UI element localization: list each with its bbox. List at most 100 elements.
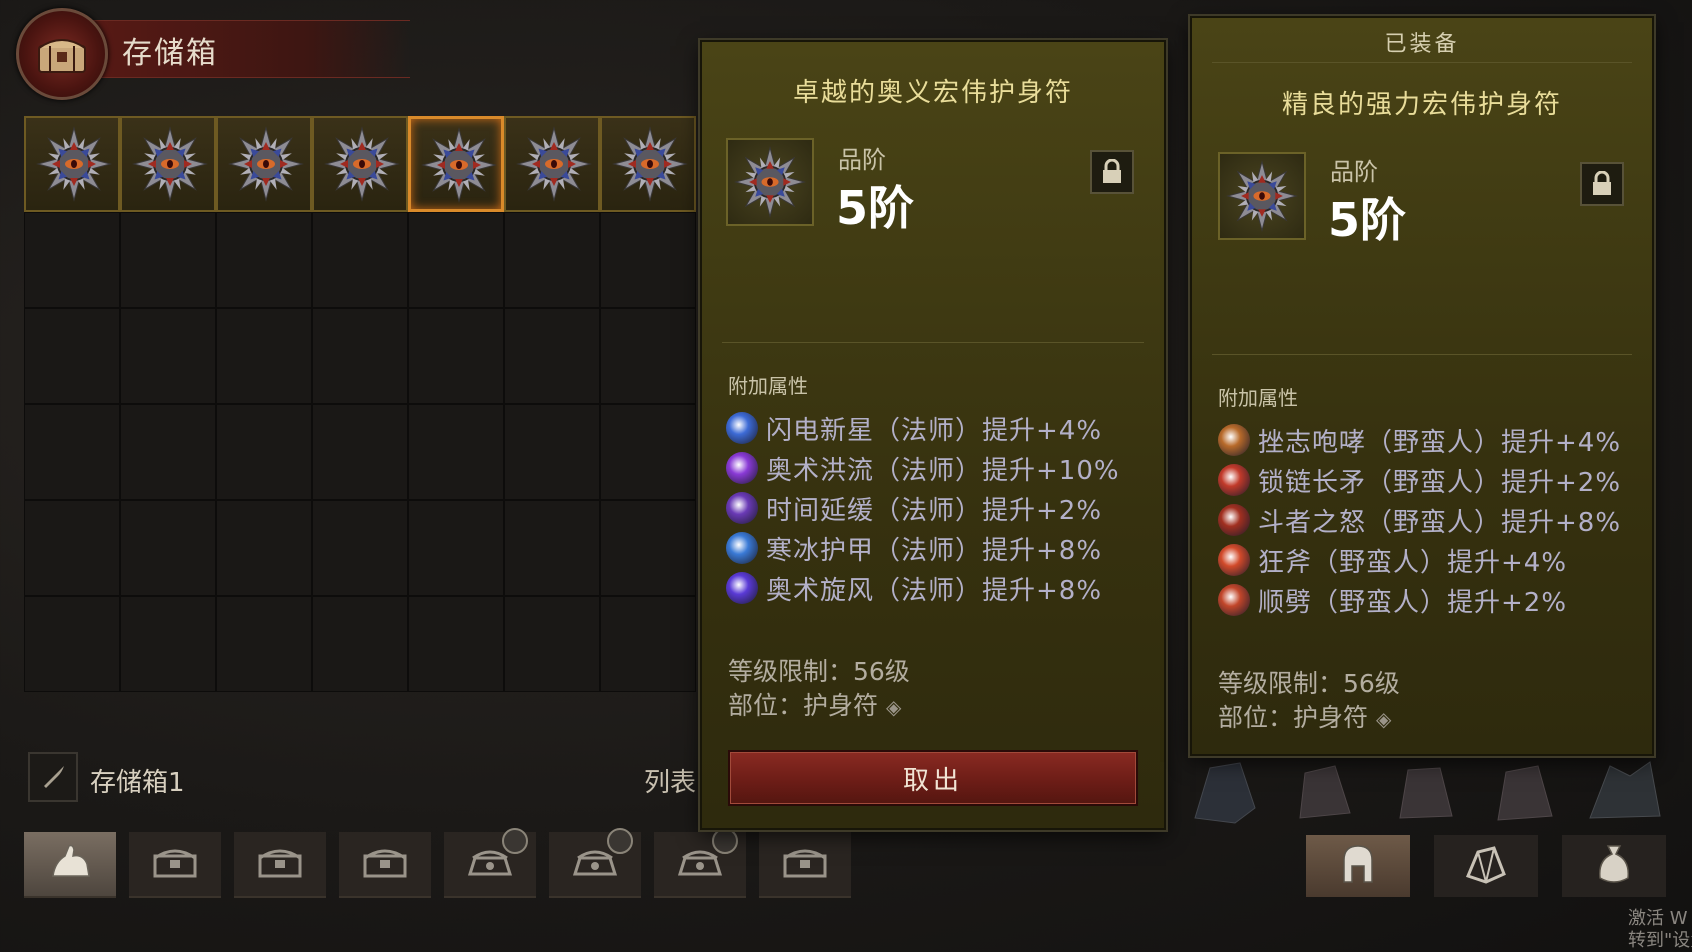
- rename-button[interactable]: [28, 752, 78, 802]
- affix-row: 奥术旋风（法师）提升+8%: [726, 570, 1102, 606]
- threatening-shout-icon: [1218, 424, 1250, 456]
- equipment-tab[interactable]: [1434, 835, 1538, 897]
- stash-name-row: 存储箱1 列表: [28, 752, 708, 806]
- equipment-tab[interactable]: [1306, 835, 1410, 897]
- inventory-slot[interactable]: [312, 308, 408, 404]
- take-out-button[interactable]: 取出: [728, 750, 1138, 806]
- inventory-slot[interactable]: [216, 212, 312, 308]
- inventory-slot[interactable]: [24, 212, 120, 308]
- equipment-tab[interactable]: [1562, 835, 1666, 897]
- amulet-item-icon: [516, 126, 592, 202]
- stash-tab[interactable]: [234, 832, 326, 898]
- inventory-slot[interactable]: [312, 596, 408, 692]
- affix-row: 斗者之怒（野蛮人）提升+8%: [1218, 502, 1621, 538]
- inventory-slot[interactable]: [504, 500, 600, 596]
- inventory-slot[interactable]: [504, 596, 600, 692]
- quill-icon: [44, 766, 64, 788]
- inventory-slot[interactable]: [600, 596, 696, 692]
- inventory-slot[interactable]: [504, 116, 600, 212]
- slot-text: 部位：护身符: [1218, 703, 1369, 732]
- amulet-slot-icon: ◈: [885, 695, 902, 719]
- timer-icon: [712, 828, 738, 854]
- lock-icon[interactable]: [1090, 150, 1134, 194]
- inventory-slot[interactable]: [408, 404, 504, 500]
- stash-tab[interactable]: [129, 832, 221, 898]
- inventory-slot[interactable]: [24, 500, 120, 596]
- item-name: 卓越的奥义宏伟护身符: [792, 78, 1073, 108]
- header-banner: [70, 20, 410, 78]
- inventory-slot[interactable]: [600, 212, 696, 308]
- inventory-slot[interactable]: [312, 404, 408, 500]
- level-requirement: 等级限制：56级: [1218, 669, 1400, 698]
- inventory-slot[interactable]: [24, 404, 120, 500]
- inventory-slot[interactable]: [24, 308, 120, 404]
- lightning-nova-icon: [726, 412, 758, 444]
- inventory-slot[interactable]: [408, 212, 504, 308]
- equipment-slot[interactable]: [1580, 758, 1670, 828]
- inventory-slot[interactable]: [600, 404, 696, 500]
- chest-icon: [782, 844, 828, 884]
- inventory-slot[interactable]: [600, 308, 696, 404]
- inventory-slot[interactable]: [24, 596, 120, 692]
- inventory-slot[interactable]: [24, 116, 120, 212]
- affix-text: 顺劈（野蛮人）提升+2%: [1258, 587, 1568, 618]
- stash-tab[interactable]: [444, 828, 536, 898]
- stash-tab[interactable]: [654, 828, 746, 898]
- cleave-icon: [1218, 584, 1250, 616]
- affix-row: 寒冰护甲（法师）提升+8%: [726, 530, 1102, 566]
- stash-tab[interactable]: [549, 828, 641, 898]
- stash-name-label[interactable]: 存储箱1: [90, 762, 185, 799]
- inventory-slot[interactable]: [120, 404, 216, 500]
- inventory-slot[interactable]: [600, 116, 696, 212]
- list-view-button[interactable]: 列表: [644, 762, 696, 799]
- inventory-slot[interactable]: [216, 404, 312, 500]
- stash-header: 存储箱: [10, 6, 410, 100]
- wrath-icon: [1218, 504, 1250, 536]
- grade-value: 5阶: [1328, 193, 1407, 247]
- level-requirement: 等级限制：56级: [728, 657, 910, 686]
- grade-label: 品阶: [1330, 158, 1378, 186]
- item-amulet-icon: [1218, 152, 1306, 240]
- timer-icon: [502, 828, 528, 854]
- inventory-slot[interactable]: [216, 596, 312, 692]
- inventory-slot[interactable]: [600, 500, 696, 596]
- inventory-slot[interactable]: [312, 116, 408, 212]
- stash-tab[interactable]: [339, 832, 431, 898]
- stash-tab[interactable]: [24, 832, 116, 898]
- inventory-slot[interactable]: [216, 500, 312, 596]
- inventory-slot[interactable]: [216, 308, 312, 404]
- inventory-slot[interactable]: [312, 500, 408, 596]
- chest-emblem-icon: [16, 8, 108, 100]
- inventory-slot[interactable]: [408, 308, 504, 404]
- inventory-slot[interactable]: [408, 116, 504, 212]
- slot-text: 部位：护身符: [728, 691, 879, 720]
- lock-icon[interactable]: [1580, 162, 1624, 206]
- slot-info: 部位：护身符 ◈: [728, 686, 901, 722]
- inventory-slot[interactable]: [504, 212, 600, 308]
- stash-tab[interactable]: [759, 832, 851, 898]
- inventory-slot[interactable]: [504, 404, 600, 500]
- equipment-slot[interactable]: [1380, 758, 1470, 828]
- inventory-slot[interactable]: [120, 596, 216, 692]
- inventory-slot[interactable]: [120, 308, 216, 404]
- amulet-item-icon: [228, 126, 304, 202]
- equipment-slot[interactable]: [1480, 758, 1570, 828]
- inventory-slot[interactable]: [120, 116, 216, 212]
- inventory-slot[interactable]: [504, 308, 600, 404]
- chest-icon: [362, 844, 408, 884]
- inventory-slot[interactable]: [408, 596, 504, 692]
- amulet-item-icon: [612, 126, 688, 202]
- inventory-slot[interactable]: [408, 500, 504, 596]
- stash-grid: [24, 116, 704, 731]
- inventory-slot[interactable]: [216, 116, 312, 212]
- affix-text: 闪电新星（法师）提升+4%: [766, 415, 1103, 446]
- inventory-slot[interactable]: [120, 500, 216, 596]
- ice-armor-icon: [726, 532, 758, 564]
- grade-label: 品阶: [838, 146, 886, 174]
- inventory-slot[interactable]: [312, 212, 408, 308]
- affix-row: 时间延缓（法师）提升+2%: [726, 490, 1102, 526]
- amulet-item-icon: [36, 126, 112, 202]
- equipment-slot[interactable]: [1180, 758, 1270, 828]
- inventory-slot[interactable]: [120, 212, 216, 308]
- equipment-slot[interactable]: [1280, 758, 1370, 828]
